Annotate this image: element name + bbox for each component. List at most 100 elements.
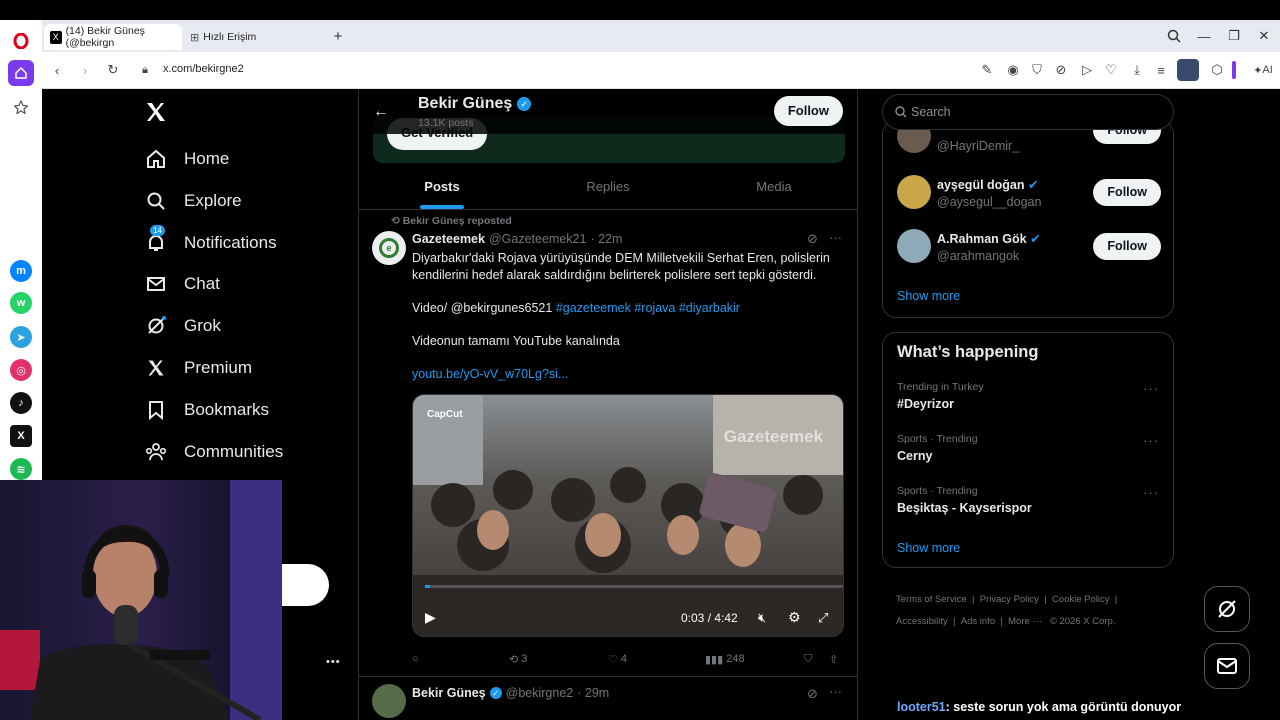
settings-gear-icon[interactable]: ⚙ xyxy=(788,609,801,626)
nav-grok[interactable]: Grok xyxy=(144,306,221,346)
footer-privacy[interactable]: Privacy Policy xyxy=(980,594,1039,605)
url-field[interactable]: x.com/bekirgne2 xyxy=(163,63,244,75)
search-box[interactable]: Search xyxy=(882,94,1174,130)
profile-avatar[interactable] xyxy=(1177,59,1199,81)
trend-name[interactable]: #Deyrizor xyxy=(897,397,954,411)
tweet-author[interactable]: Gazeteemek xyxy=(412,232,485,246)
restore-button[interactable]: ❐ xyxy=(1224,26,1244,46)
reply-button[interactable]: ○ xyxy=(412,650,419,668)
opera-logo-icon[interactable] xyxy=(8,28,34,54)
vpn-icon[interactable]: ⊘ xyxy=(1052,61,1070,79)
tab-quick-access[interactable]: ⊞ Hızlı Erişim xyxy=(186,24,326,50)
tweet-more-icon[interactable]: ··· xyxy=(829,684,842,699)
fullscreen-icon[interactable]: ⤢ xyxy=(818,610,828,626)
retweet-button[interactable]: ⟲ 3 xyxy=(509,650,527,668)
footer-cookie[interactable]: Cookie Policy xyxy=(1052,594,1110,605)
account-menu-dots[interactable]: ••• xyxy=(326,656,341,668)
shield-icon[interactable]: ⛉ xyxy=(1028,61,1046,79)
nav-communities[interactable]: Communities xyxy=(144,432,283,472)
follow-name[interactable]: A.Rahman Gök ✔ xyxy=(937,231,1041,246)
tweet-time[interactable]: · 22m xyxy=(590,232,622,246)
forward-button[interactable]: › xyxy=(76,61,94,79)
footer-more[interactable]: More ··· xyxy=(1008,616,1042,627)
back-button[interactable]: ‹ xyxy=(48,61,66,79)
trend-more-icon[interactable]: ··· xyxy=(1143,485,1159,500)
show-more-link[interactable]: Show more xyxy=(897,289,960,303)
x-logo-icon[interactable] xyxy=(144,100,168,131)
instagram-icon[interactable]: ◎ xyxy=(10,359,32,381)
bekir-avatar[interactable] xyxy=(372,684,406,718)
nav-home[interactable]: Home xyxy=(144,139,229,179)
tab-replies[interactable]: Replies xyxy=(525,166,691,209)
grok-tweet-icon[interactable]: ⊘ xyxy=(807,231,818,247)
tweet-hashtags[interactable]: #gazeteemek #rojava #diyarbakir xyxy=(556,301,740,315)
tweet-video[interactable]: CapCut Gazeteemek ▶ 0:03 / 4:42 🔇︎ ⚙ ⤢ xyxy=(412,394,844,637)
play-button[interactable]: ▶ xyxy=(425,609,436,626)
messages-floating-button[interactable] xyxy=(1204,643,1250,689)
follow-button[interactable]: Follow xyxy=(1093,233,1161,260)
menu-icon[interactable]: ≡ xyxy=(1152,61,1170,79)
reload-button[interactable]: ↻ xyxy=(104,61,122,79)
grok-tweet-icon[interactable]: ⊘ xyxy=(807,686,818,702)
follow-handle[interactable]: @arahmangok xyxy=(937,249,1019,263)
close-window-button[interactable]: ✕ xyxy=(1254,26,1274,46)
ai-button[interactable]: ✦ AI xyxy=(1248,61,1278,79)
next-tweet-handle[interactable]: @bekirgne2 xyxy=(506,686,574,700)
follow-name[interactable]: ayşegül doğan ✔ xyxy=(937,177,1039,192)
nav-notifications[interactable]: 14 Notifications xyxy=(144,223,277,263)
share-button[interactable]: ⇧ xyxy=(829,650,838,668)
x-app-icon[interactable]: X xyxy=(10,425,32,447)
tab-media[interactable]: Media xyxy=(691,166,857,209)
messenger-icon[interactable]: m xyxy=(10,260,32,282)
tab-x-profile[interactable]: X (14) Bekir Güneş (@bekirgn xyxy=(44,24,182,50)
follow-button[interactable]: Follow xyxy=(773,96,843,126)
trend-more-icon[interactable]: ··· xyxy=(1143,381,1159,396)
trend-name[interactable]: Beşiktaş - Kayserispor xyxy=(897,501,1032,515)
grok-floating-button[interactable] xyxy=(1204,586,1250,632)
video-credit[interactable]: Video/ @bekirgunes6521 xyxy=(412,301,552,315)
next-tweet-time[interactable]: · 29m xyxy=(577,686,609,700)
edit-icon[interactable]: ✎ xyxy=(978,61,996,79)
bookmark-tweet-button[interactable]: ⛉ xyxy=(804,650,812,668)
nav-explore[interactable]: Explore xyxy=(144,181,242,221)
new-tab-button[interactable]: + xyxy=(328,26,348,46)
arahman-avatar[interactable] xyxy=(897,229,931,263)
next-tweet-author[interactable]: Bekir Güneş xyxy=(412,686,486,700)
heart-icon[interactable]: ♡ xyxy=(1102,61,1120,79)
footer-accessibility[interactable]: Accessibility xyxy=(896,616,948,627)
footer-terms[interactable]: Terms of Service xyxy=(896,594,967,605)
nav-chat[interactable]: Chat xyxy=(144,264,220,304)
aysegul-avatar[interactable] xyxy=(897,175,931,209)
post-button[interactable] xyxy=(282,564,329,606)
follow-button[interactable]: Follow xyxy=(1093,179,1161,206)
follow-handle[interactable]: @aysegul__dogan xyxy=(937,195,1041,209)
gazeteemek-avatar[interactable]: e xyxy=(372,231,406,265)
spotify-icon[interactable]: ≋ xyxy=(10,458,32,480)
tweet-handle[interactable]: @Gazeteemek21 xyxy=(489,232,586,246)
star-icon[interactable] xyxy=(8,94,34,120)
mute-icon[interactable]: 🔇︎ xyxy=(758,610,766,626)
footer-ads[interactable]: Ads info xyxy=(961,616,995,627)
follow-handle[interactable]: @HayriDemir_ xyxy=(937,139,1019,153)
telegram-icon[interactable]: ➤ xyxy=(10,326,32,348)
tab-posts[interactable]: Posts xyxy=(359,166,525,209)
search-tabs-icon[interactable] xyxy=(1164,26,1184,46)
tweet-link[interactable]: youtu.be/yO-vV_w70Lg?si... xyxy=(412,366,842,383)
camera-icon[interactable]: ◉ xyxy=(1004,61,1022,79)
tiktok-icon[interactable]: ♪ xyxy=(10,392,32,414)
minimize-button[interactable]: — xyxy=(1194,26,1214,46)
tweet-more-icon[interactable]: ··· xyxy=(829,230,842,245)
show-more-link[interactable]: Show more xyxy=(897,541,960,555)
trend-more-icon[interactable]: ··· xyxy=(1143,433,1159,448)
nav-premium[interactable]: Premium xyxy=(144,348,252,388)
nav-bookmarks[interactable]: Bookmarks xyxy=(144,390,269,430)
like-button[interactable]: ♡ 4 xyxy=(608,650,627,668)
back-arrow-icon[interactable]: ← xyxy=(373,103,389,121)
play-icon[interactable]: ▷ xyxy=(1078,61,1096,79)
whatsapp-icon[interactable]: w xyxy=(10,292,32,314)
cube-icon[interactable]: ⬡ xyxy=(1208,61,1226,79)
trend-name[interactable]: Cerny xyxy=(897,449,932,463)
home-speed-dial-icon[interactable] xyxy=(8,60,34,86)
download-icon[interactable]: ⤓ xyxy=(1128,61,1146,79)
views-button[interactable]: ▮▮▮ 248 xyxy=(705,650,745,668)
